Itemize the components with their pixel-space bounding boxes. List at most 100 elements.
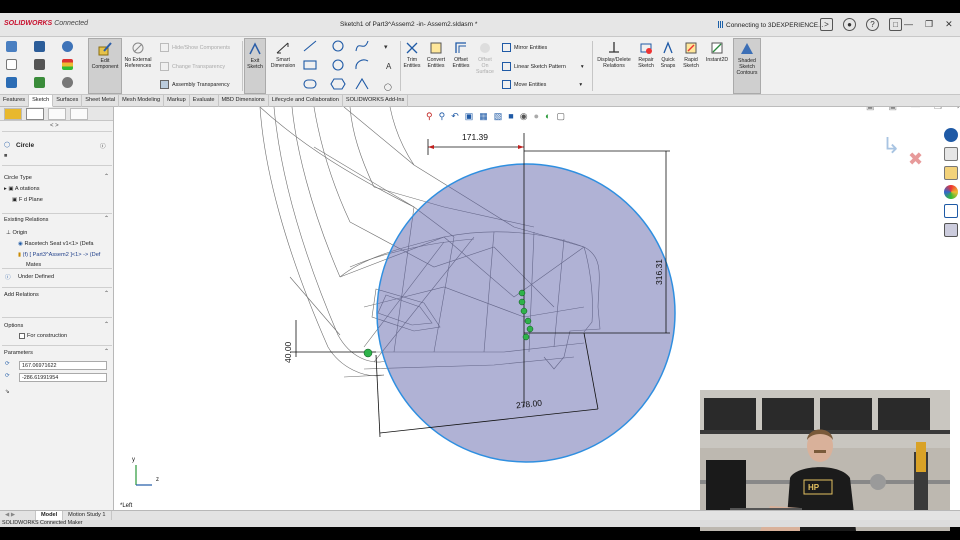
relation-seat[interactable]: ◉ Racetech Seat v1<1> (Defa bbox=[18, 241, 94, 247]
close-icon[interactable]: ✕ bbox=[945, 19, 953, 30]
tab-mesh-modeling[interactable]: Mesh Modeling bbox=[119, 95, 165, 107]
shaded-sketch-contours-button[interactable]: Shaded Sketch Contours bbox=[733, 38, 761, 94]
view-settings-icon[interactable]: ▢ bbox=[556, 111, 565, 125]
hide-show-components-button[interactable]: Hide/Show Components bbox=[160, 43, 230, 52]
dimension-height[interactable]: 40.00 bbox=[283, 342, 293, 363]
dimension-radius[interactable]: 316.31 bbox=[654, 259, 664, 285]
custom-properties-icon[interactable] bbox=[944, 204, 958, 218]
previous-view-icon[interactable]: ↶ bbox=[451, 111, 459, 125]
file-explorer-icon[interactable] bbox=[944, 166, 958, 180]
assembly-transparency-button[interactable]: Assembly Transparency bbox=[160, 80, 230, 89]
home-icon[interactable] bbox=[6, 41, 17, 52]
chevron-up-icon[interactable]: ⌃ bbox=[104, 348, 109, 355]
view-orientation-icon[interactable]: ▧ bbox=[494, 111, 503, 125]
circle-type-header[interactable]: Circle Type bbox=[4, 175, 32, 181]
minimize-icon[interactable]: — bbox=[904, 19, 913, 30]
tab-nav-arrows[interactable]: ◀ ▶ bbox=[0, 511, 36, 520]
exit-sketch-button[interactable]: Exit Sketch bbox=[244, 38, 266, 94]
chevron-up-icon[interactable]: ⌃ bbox=[104, 321, 109, 328]
chevron-up-icon[interactable]: ⌃ bbox=[104, 215, 109, 222]
solidworks-forum-icon[interactable] bbox=[944, 223, 958, 237]
configuration-tab[interactable] bbox=[48, 108, 66, 120]
bell-icon[interactable]: □ bbox=[889, 18, 902, 31]
center-x-input[interactable]: 167.06971622 bbox=[19, 361, 107, 370]
chevron-up-icon[interactable]: ⌃ bbox=[104, 173, 109, 180]
ok-icon[interactable]: ■ bbox=[4, 153, 7, 159]
viewport-minimize-icon[interactable]: — bbox=[911, 107, 920, 112]
help-icon[interactable]: ⓘ bbox=[100, 142, 106, 150]
hide-show-items-icon[interactable]: ◉ bbox=[520, 111, 528, 125]
zoom-area-icon[interactable]: ⚲ bbox=[439, 111, 446, 125]
relation-mates[interactable]: Mates bbox=[26, 262, 41, 266]
tab-add-ins[interactable]: SOLIDWORKS Add-Ins bbox=[343, 95, 409, 107]
tile-view-icon[interactable]: ▣ bbox=[889, 107, 898, 112]
viewport-restore-icon[interactable]: ❐ bbox=[934, 107, 942, 112]
trim-entities-button[interactable]: Trim Entities bbox=[401, 41, 423, 69]
viewport-close-icon[interactable]: ✕ bbox=[956, 107, 960, 112]
terminal-icon[interactable]: > bbox=[820, 18, 833, 31]
cancel-corner-icon[interactable]: ✖ bbox=[908, 149, 923, 170]
dimxpert-tab[interactable] bbox=[70, 108, 88, 120]
display-style-icon[interactable]: ■ bbox=[508, 111, 513, 125]
dimension-width[interactable]: 171.39 bbox=[462, 132, 488, 142]
existing-relations-header[interactable]: Existing Relations bbox=[4, 217, 48, 223]
no-external-references-button[interactable]: No External References bbox=[122, 41, 154, 69]
save-icon[interactable] bbox=[34, 41, 45, 52]
chevron-down-icon[interactable]: ▾ bbox=[581, 64, 584, 70]
user-icon[interactable]: ● bbox=[843, 18, 856, 31]
move-entities-button[interactable]: Move Entities ▾ bbox=[502, 80, 582, 89]
smart-dimension-button[interactable]: Smart Dimension bbox=[267, 41, 299, 69]
chevron-up-icon[interactable]: ⌃ bbox=[104, 290, 109, 297]
repair-sketch-button[interactable]: Repair Sketch bbox=[635, 41, 657, 69]
instant2d-button[interactable]: Instant2D bbox=[703, 41, 731, 63]
help-icon[interactable]: ? bbox=[866, 18, 879, 31]
tab-evaluate[interactable]: Evaluate bbox=[190, 95, 219, 107]
for-construction-checkbox[interactable] bbox=[19, 333, 25, 339]
tree-item-plane[interactable]: ▣ F d Plane bbox=[12, 197, 43, 203]
add-relations-header[interactable]: Add Relations bbox=[4, 292, 39, 298]
split-view-icon[interactable]: ▣ bbox=[866, 107, 875, 112]
convert-entities-button[interactable]: Convert Entities bbox=[424, 41, 448, 69]
tree-item-annotations[interactable]: ▸ ▣ A otations bbox=[4, 186, 40, 192]
restore-icon[interactable]: ❐ bbox=[925, 19, 933, 30]
tab-markup[interactable]: Markup bbox=[164, 95, 190, 107]
tab-surfaces[interactable]: Surfaces bbox=[53, 95, 83, 107]
3dexperience-icon[interactable] bbox=[944, 128, 958, 142]
relation-part[interactable]: ▮ (f) [ Part3^Assem2 ]<1> -> (Def bbox=[18, 252, 100, 258]
feature-tree-tab[interactable] bbox=[4, 108, 22, 120]
edit-appearance-icon[interactable]: ● bbox=[534, 111, 539, 125]
undo-icon[interactable] bbox=[62, 41, 73, 52]
tab-model[interactable]: Model bbox=[36, 511, 64, 520]
new-document-icon[interactable] bbox=[6, 59, 17, 70]
traffic-light-icon[interactable] bbox=[62, 59, 73, 70]
rebuild-icon[interactable] bbox=[34, 77, 45, 88]
sketch-tools-grid[interactable]: ▾ A ◯ bbox=[302, 39, 398, 93]
exit-sketch-corner-icon[interactable]: ↳ bbox=[882, 133, 900, 159]
linear-sketch-pattern-button[interactable]: Linear Sketch Pattern ▾ bbox=[502, 62, 584, 71]
zoom-fit-icon[interactable]: ⚲ bbox=[426, 111, 433, 125]
section-view-icon[interactable]: ▣ bbox=[465, 111, 474, 125]
appearances-icon[interactable] bbox=[944, 185, 958, 199]
options-gear-icon[interactable] bbox=[62, 77, 73, 88]
select-icon[interactable] bbox=[6, 77, 17, 88]
chevron-down-icon[interactable]: ▾ bbox=[579, 82, 582, 88]
tab-sketch[interactable]: Sketch bbox=[29, 95, 54, 107]
parameters-header[interactable]: Parameters bbox=[4, 350, 33, 356]
offset-entities-button[interactable]: Offset Entities bbox=[449, 41, 473, 69]
tab-features[interactable]: Features bbox=[0, 95, 30, 107]
app-logo[interactable]: SOLIDWORKS Connected bbox=[4, 20, 88, 27]
apply-scene-icon[interactable]: ◐ bbox=[545, 111, 550, 125]
design-library-icon[interactable] bbox=[944, 147, 958, 161]
edit-component-button[interactable]: Edit Component bbox=[88, 38, 122, 94]
mirror-entities-button[interactable]: Mirror Entities bbox=[502, 43, 547, 52]
tab-motion-study[interactable]: Motion Study 1 bbox=[63, 511, 112, 520]
options-header[interactable]: Options bbox=[4, 323, 23, 329]
tab-sheet-metal[interactable]: Sheet Metal bbox=[82, 95, 120, 107]
print-icon[interactable] bbox=[34, 59, 45, 70]
tab-mbd-dimensions[interactable]: MBD Dimensions bbox=[219, 95, 269, 107]
dynamic-annotation-icon[interactable]: ▦ bbox=[479, 111, 488, 125]
display-delete-relations-button[interactable]: Display/Delete Relations bbox=[594, 41, 634, 69]
rapid-sketch-button[interactable]: Rapid Sketch bbox=[680, 41, 702, 69]
relation-origin[interactable]: ⊥ Origin bbox=[6, 230, 27, 236]
offset-on-surface-button[interactable]: Offset On Surface bbox=[474, 41, 496, 75]
